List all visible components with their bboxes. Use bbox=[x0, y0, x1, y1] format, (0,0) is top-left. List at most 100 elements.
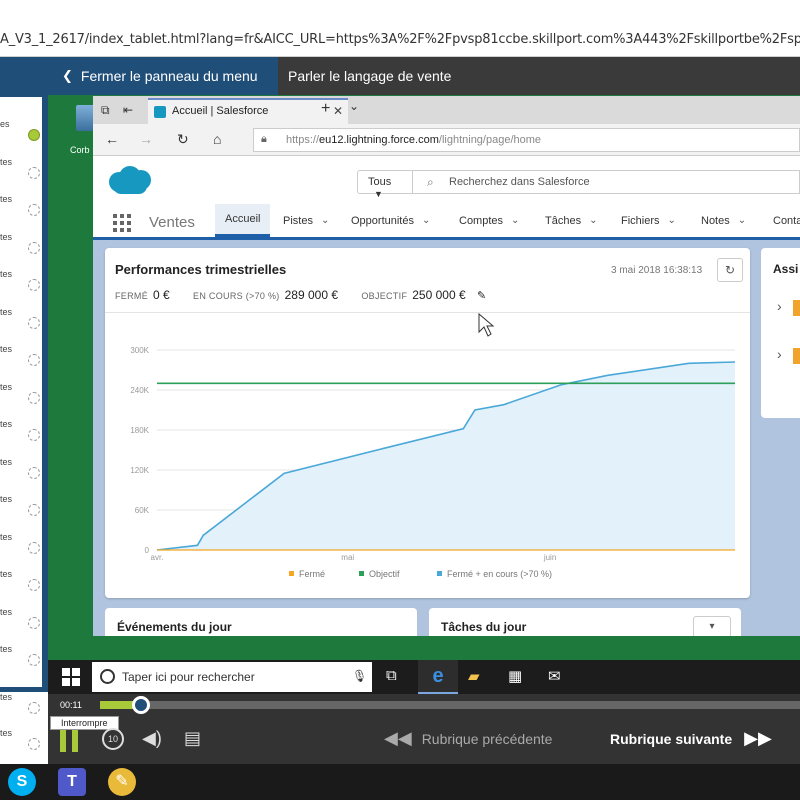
transcript-icon[interactable]: ▤ bbox=[184, 728, 201, 749]
completion-status-icon bbox=[28, 579, 40, 591]
refresh-button[interactable]: ↻ bbox=[717, 258, 743, 282]
edge-address-field[interactable]: 🔒︎ https://eu12.lightning.force.com/ligh… bbox=[253, 128, 800, 152]
taskbar-search-input[interactable]: Taper ici pour rechercher 🎙︎ bbox=[92, 662, 372, 692]
browser-url[interactable]: A_V3_1_2617/index_tablet.html?lang=fr&AI… bbox=[0, 32, 800, 47]
completion-status-icon bbox=[28, 241, 40, 254]
course-player-controls: 00:11 Interrompre 10 ◀︎) ▤ ◀◀ Rubrique p… bbox=[48, 694, 800, 764]
edge-taskbar-icon[interactable]: e bbox=[418, 660, 458, 694]
forward-arrow-icon[interactable]: → bbox=[139, 131, 153, 147]
card-title: Performances trimestrielles bbox=[115, 262, 287, 277]
chevron-left-icon: ❮ bbox=[62, 68, 73, 83]
refresh-icon[interactable]: ↻ bbox=[177, 131, 189, 148]
events-title: Événements du jour bbox=[117, 620, 232, 634]
assistant-item[interactable]: › bbox=[777, 298, 800, 316]
open-value: 289 000 € bbox=[284, 288, 338, 302]
completion-status-icon bbox=[28, 541, 40, 554]
previous-topic-button[interactable]: ◀◀ Rubrique précédente bbox=[384, 728, 552, 749]
goal-value: 250 000 € bbox=[412, 288, 466, 302]
tab-menu-icon[interactable]: ⌄ bbox=[349, 99, 359, 113]
edit-goal-icon[interactable]: ✎ bbox=[477, 290, 486, 302]
performance-chart: 0 60K 120K 180K 240K 300K avr. mai juin Fermé Obje… bbox=[130, 346, 736, 579]
nav-tab-2[interactable]: Opportunités ⌄ bbox=[351, 204, 430, 237]
nav-tab-5[interactable]: Fichiers ⌄ bbox=[621, 204, 676, 237]
new-tab-icon[interactable]: + bbox=[321, 100, 330, 118]
chevron-right-icon: › bbox=[777, 298, 782, 314]
x-tick-label: juin bbox=[543, 553, 556, 562]
assistant-item[interactable]: › bbox=[777, 346, 800, 364]
chevron-down-icon: ⌄ bbox=[421, 215, 431, 226]
x-tick-label: mai bbox=[341, 553, 354, 562]
card-timestamp: 3 mai 2018 16:38:13 bbox=[611, 265, 703, 276]
search-scope-label: Tous bbox=[368, 176, 392, 188]
pause-button[interactable] bbox=[60, 730, 80, 752]
close-tab-icon[interactable]: ✕ bbox=[333, 104, 343, 118]
salesforce-search-input[interactable]: ⌕ Recherchez dans Salesforce bbox=[413, 170, 800, 194]
y-tick-label: 180K bbox=[130, 426, 149, 435]
tasks-title: Tâches du jour bbox=[441, 620, 527, 634]
fast-forward-icon: ▶▶ bbox=[744, 728, 772, 748]
file-explorer-icon[interactable]: ▰ bbox=[468, 667, 480, 685]
performance-stats: FERMÉ 0 € EN COURS (>70 %) 289 000 € OBJEC… bbox=[115, 288, 486, 302]
close-menu-panel-button[interactable]: ❮ Fermer le panneau du menu bbox=[0, 57, 278, 95]
replay-10-button[interactable]: 10 bbox=[102, 728, 124, 750]
paint-icon[interactable]: ✎ bbox=[108, 768, 136, 796]
nav-tab-3[interactable]: Comptes ⌄ bbox=[459, 204, 519, 237]
microphone-icon[interactable]: 🎙︎ bbox=[352, 669, 367, 683]
course-header: ❮ Fermer le panneau du menu Parler le la… bbox=[0, 57, 800, 95]
rewind-icon: ◀◀ bbox=[384, 728, 412, 748]
cortana-icon bbox=[100, 669, 115, 684]
tab-back-icon[interactable]: ⇤ bbox=[123, 103, 133, 117]
quarterly-performance-card: Performances trimestrielles 3 mai 2018 1… bbox=[105, 248, 750, 598]
salesforce-search-placeholder: Recherchez dans Salesforce bbox=[449, 176, 590, 188]
y-tick-label: 240K bbox=[130, 386, 149, 395]
host-taskbar: S T ✎ bbox=[0, 764, 800, 800]
mail-icon[interactable]: ✉ bbox=[548, 667, 561, 685]
elapsed-time: 00:11 bbox=[60, 700, 82, 710]
search-scope-dropdown[interactable]: Tous ▼ bbox=[357, 170, 413, 199]
windows-start-icon[interactable] bbox=[62, 668, 80, 686]
events-card: Événements du jour bbox=[105, 608, 417, 636]
assistant-card: Assi › › bbox=[761, 248, 800, 418]
tab-salesforce[interactable]: Accueil | Salesforce ✕ bbox=[148, 98, 348, 124]
nav-tab-4[interactable]: Tâches ⌄ bbox=[545, 204, 597, 237]
completion-status-icon bbox=[28, 391, 40, 404]
tab-title: Accueil | Salesforce bbox=[172, 105, 269, 117]
teams-icon[interactable]: T bbox=[58, 768, 86, 796]
back-arrow-icon[interactable]: ← bbox=[105, 131, 119, 147]
progress-bar[interactable] bbox=[100, 696, 800, 714]
edge-window: ⧉ ⇤ Accueil | Salesforce ✕ + ⌄ ← → ↻ ⌂ 🔒… bbox=[93, 96, 800, 636]
lock-icon: 🔒︎ bbox=[261, 133, 267, 145]
nav-tab-7[interactable]: Conta bbox=[773, 204, 800, 237]
legend-label: Objectif bbox=[369, 569, 400, 579]
open-label: EN COURS (>70 %) bbox=[193, 291, 280, 301]
tab-preview-icon[interactable]: ⧉ bbox=[101, 103, 110, 118]
store-icon[interactable]: ▦ bbox=[508, 667, 522, 685]
salesforce-logo-icon[interactable] bbox=[105, 164, 153, 196]
app-launcher-icon[interactable] bbox=[113, 214, 131, 232]
legend-swatch bbox=[289, 571, 294, 576]
completion-status-icon bbox=[28, 466, 40, 479]
app-name: Ventes bbox=[149, 214, 195, 231]
volume-icon[interactable]: ◀︎) bbox=[142, 728, 162, 749]
task-view-icon[interactable]: ⧉ bbox=[386, 667, 397, 684]
completion-status-icon bbox=[28, 279, 40, 291]
nav-tab-0[interactable]: Accueil bbox=[215, 204, 271, 237]
next-topic-button[interactable]: Rubrique suivante ▶▶ bbox=[610, 728, 772, 749]
nav-tab-1[interactable]: Pistes ⌄ bbox=[283, 204, 329, 237]
completion-status-icon bbox=[28, 616, 40, 629]
legend-swatch bbox=[359, 571, 364, 576]
sidebar-bottom: tes tes bbox=[0, 692, 48, 764]
salesforce-nav-bar: Ventes Accueil Pistes ⌄ Opportunités ⌄ Compte… bbox=[93, 204, 800, 240]
progress-handle[interactable] bbox=[131, 696, 150, 714]
tasks-filter-dropdown[interactable]: ▾ bbox=[693, 616, 731, 636]
card-divider bbox=[105, 312, 750, 313]
nav-tab-6[interactable]: Notes ⌄ bbox=[701, 204, 746, 237]
home-icon[interactable]: ⌂ bbox=[213, 131, 221, 147]
chevron-down-icon: ⌄ bbox=[737, 215, 747, 226]
browser-address-bar[interactable]: A_V3_1_2617/index_tablet.html?lang=fr&AI… bbox=[0, 0, 800, 57]
closed-label: FERMÉ bbox=[115, 291, 148, 301]
edge-url: https://eu12.lightning.force.com/lightni… bbox=[286, 134, 542, 146]
replay-10-label: 10 bbox=[107, 734, 118, 744]
completion-status-icon bbox=[28, 429, 40, 441]
skype-icon[interactable]: S bbox=[8, 768, 36, 796]
